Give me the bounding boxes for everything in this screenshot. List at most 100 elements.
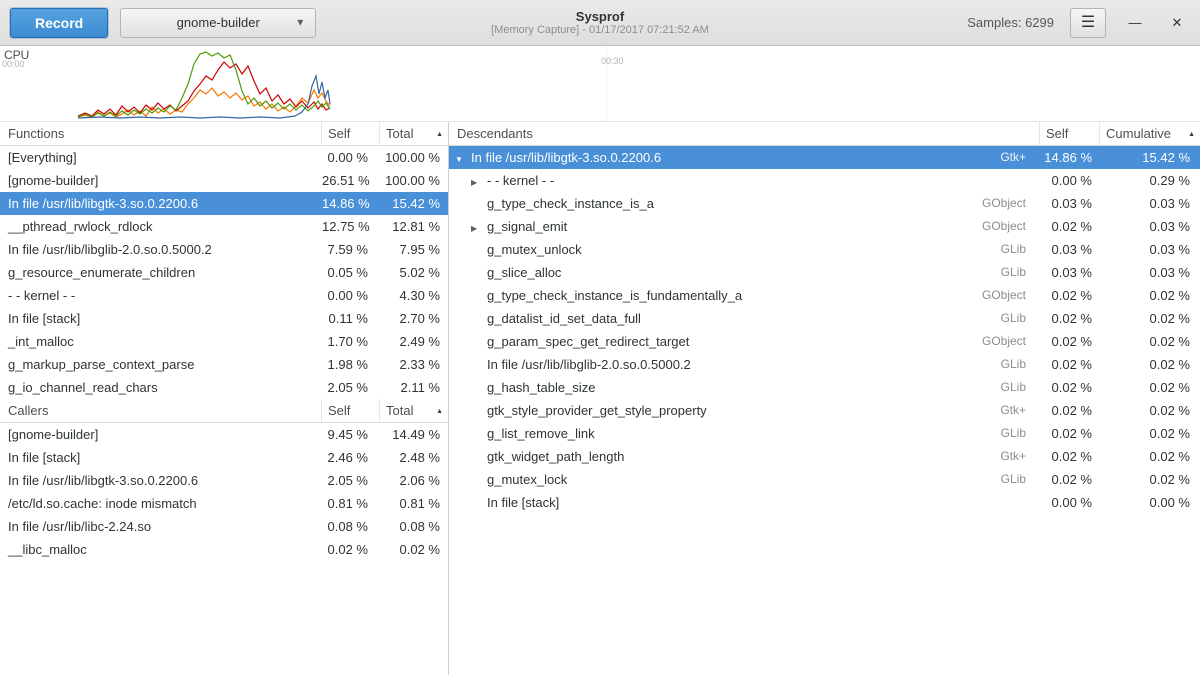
column-header-total[interactable]: Total ▲ xyxy=(380,399,448,422)
table-row[interactable]: __pthread_rwlock_rdlock12.75 %12.81 % xyxy=(0,215,448,238)
table-row[interactable]: g_resource_enumerate_children0.05 %5.02 … xyxy=(0,261,448,284)
column-header-self[interactable]: Self xyxy=(1040,122,1100,145)
table-row[interactable]: g_mutex_unlockGLib0.03 %0.03 % xyxy=(449,238,1200,261)
menu-button[interactable]: ☰ xyxy=(1070,8,1106,38)
row-cumulative-value: 0.02 % xyxy=(1100,330,1200,353)
table-row[interactable]: gtk_style_provider_get_style_propertyGtk… xyxy=(449,399,1200,422)
table-row[interactable]: g_list_remove_linkGLib0.02 %0.02 % xyxy=(449,422,1200,445)
expander-icon[interactable]: ▶ xyxy=(471,217,487,238)
row-self-value: 7.59 % xyxy=(322,238,380,261)
table-row[interactable]: g_datalist_id_set_data_fullGLib0.02 %0.0… xyxy=(449,307,1200,330)
table-row[interactable]: g_type_check_instance_is_aGObject0.03 %0… xyxy=(449,192,1200,215)
time-tick-mid: 00:30 xyxy=(601,56,624,66)
expander-icon[interactable]: ▶ xyxy=(471,171,487,192)
row-function-name: /etc/ld.so.cache: inode mismatch xyxy=(0,492,322,515)
row-self-value: 0.00 % xyxy=(1040,169,1100,192)
table-row[interactable]: g_mutex_lockGLib0.02 %0.02 % xyxy=(449,468,1200,491)
sort-arrow-icon: ▲ xyxy=(436,400,443,422)
row-function-name: g_resource_enumerate_children xyxy=(0,261,322,284)
row-function-name: In file /usr/lib/libgtk-3.so.0.2200.6 xyxy=(471,150,661,165)
column-header-cumulative-label: Cumulative xyxy=(1106,126,1171,141)
table-row[interactable]: [gnome-builder]9.45 %14.49 % xyxy=(0,423,448,446)
table-row[interactable]: g_io_channel_read_chars2.05 %2.11 % xyxy=(0,376,448,399)
row-function-name: In file /usr/lib/libc-2.24.so xyxy=(0,515,322,538)
table-row[interactable]: gtk_widget_path_lengthGtk+0.02 %0.02 % xyxy=(449,445,1200,468)
column-header-descendants[interactable]: Descendants xyxy=(449,122,1040,145)
table-row[interactable]: ▶- - kernel - -0.00 %0.29 % xyxy=(449,169,1200,192)
row-cumulative-value: 0.02 % xyxy=(1100,307,1200,330)
table-row[interactable]: In file /usr/lib/libglib-2.0.so.0.5000.2… xyxy=(449,353,1200,376)
row-name-cell: ▶g_signal_emit xyxy=(449,215,970,238)
headerbar: Record gnome-builder ▾ Sysprof [Memory C… xyxy=(0,0,1200,46)
row-function-name: __libc_malloc xyxy=(0,538,322,561)
close-icon: ✕ xyxy=(1172,15,1183,30)
row-self-value: 0.00 % xyxy=(322,146,380,169)
table-row[interactable]: - - kernel - -0.00 %4.30 % xyxy=(0,284,448,307)
table-row[interactable]: g_param_spec_get_redirect_targetGObject0… xyxy=(449,330,1200,353)
minimize-button[interactable]: — xyxy=(1122,10,1148,36)
cpu-graph[interactable]: CPU 00:00 00:30 xyxy=(0,46,1200,122)
target-selector-label: gnome-builder xyxy=(177,15,260,30)
row-category-label: Gtk+ xyxy=(970,445,1040,468)
table-row[interactable]: _int_malloc1.70 %2.49 % xyxy=(0,330,448,353)
row-function-name: [gnome-builder] xyxy=(0,169,322,192)
row-self-value: 12.75 % xyxy=(322,215,380,238)
table-row[interactable]: ▶g_signal_emitGObject0.02 %0.03 % xyxy=(449,215,1200,238)
descendants-panel: Descendants Self Cumulative ▲ ▼In file /… xyxy=(449,122,1200,675)
row-cumulative-value: 0.29 % xyxy=(1100,169,1200,192)
table-row[interactable]: In file /usr/lib/libgtk-3.so.0.2200.62.0… xyxy=(0,469,448,492)
table-row[interactable]: In file /usr/lib/libc-2.24.so0.08 %0.08 … xyxy=(0,515,448,538)
row-name-cell: gtk_widget_path_length xyxy=(449,445,970,468)
row-name-cell: gtk_style_provider_get_style_property xyxy=(449,399,970,422)
table-row[interactable]: [gnome-builder]26.51 %100.00 % xyxy=(0,169,448,192)
table-row[interactable]: In file [stack]2.46 %2.48 % xyxy=(0,446,448,469)
table-row[interactable]: ▼In file /usr/lib/libgtk-3.so.0.2200.6Gt… xyxy=(449,146,1200,169)
row-category-label: GObject xyxy=(970,284,1040,307)
column-header-self[interactable]: Self xyxy=(322,399,380,422)
column-header-self[interactable]: Self xyxy=(322,122,380,145)
table-row[interactable]: In file [stack]0.00 %0.00 % xyxy=(449,491,1200,514)
main-content: Functions Self Total ▲ [Everything]0.00 … xyxy=(0,122,1200,675)
row-function-name: [Everything] xyxy=(0,146,322,169)
row-self-value: 2.46 % xyxy=(322,446,380,469)
row-cumulative-value: 0.02 % xyxy=(1100,445,1200,468)
row-name-cell: g_slice_alloc xyxy=(449,261,970,284)
row-function-name: g_datalist_id_set_data_full xyxy=(487,311,641,326)
table-row[interactable]: g_markup_parse_context_parse1.98 %2.33 % xyxy=(0,353,448,376)
record-button[interactable]: Record xyxy=(10,8,108,38)
functions-header-row: Functions Self Total ▲ xyxy=(0,122,448,146)
column-header-total[interactable]: Total ▲ xyxy=(380,122,448,145)
title-block: Sysprof [Memory Capture] - 01/17/2017 07… xyxy=(491,9,709,37)
table-row[interactable]: g_hash_table_sizeGLib0.02 %0.02 % xyxy=(449,376,1200,399)
row-total-value: 100.00 % xyxy=(380,169,448,192)
table-row[interactable]: In file /usr/lib/libglib-2.0.so.0.5000.2… xyxy=(0,238,448,261)
column-header-cumulative[interactable]: Cumulative ▲ xyxy=(1100,122,1200,145)
column-header-callers[interactable]: Callers xyxy=(0,399,322,422)
functions-rows: [Everything]0.00 %100.00 %[gnome-builder… xyxy=(0,146,448,399)
row-total-value: 14.49 % xyxy=(380,423,448,446)
row-function-name: g_signal_emit xyxy=(487,219,567,234)
row-category-label xyxy=(970,169,1040,192)
table-row[interactable]: In file /usr/lib/libgtk-3.so.0.2200.614.… xyxy=(0,192,448,215)
table-row[interactable]: g_type_check_instance_is_fundamentally_a… xyxy=(449,284,1200,307)
table-row[interactable]: /etc/ld.so.cache: inode mismatch0.81 %0.… xyxy=(0,492,448,515)
table-row[interactable]: __libc_malloc0.02 %0.02 % xyxy=(0,538,448,561)
target-selector-dropdown[interactable]: gnome-builder ▾ xyxy=(120,8,316,38)
row-category-label: GObject xyxy=(970,330,1040,353)
row-function-name: g_hash_table_size xyxy=(487,380,595,395)
row-function-name: g_type_check_instance_is_fundamentally_a xyxy=(487,288,742,303)
table-row[interactable]: [Everything]0.00 %100.00 % xyxy=(0,146,448,169)
row-cumulative-value: 0.02 % xyxy=(1100,399,1200,422)
column-header-functions[interactable]: Functions xyxy=(0,122,322,145)
row-name-cell: ▼In file /usr/lib/libgtk-3.so.0.2200.6 xyxy=(449,146,970,169)
table-row[interactable]: g_slice_allocGLib0.03 %0.03 % xyxy=(449,261,1200,284)
close-button[interactable]: ✕ xyxy=(1164,10,1190,36)
row-name-cell: g_param_spec_get_redirect_target xyxy=(449,330,970,353)
descendants-rows: ▼In file /usr/lib/libgtk-3.so.0.2200.6 Gt… xyxy=(449,146,1200,514)
row-self-value: 0.02 % xyxy=(1040,330,1100,353)
row-name-cell: g_type_check_instance_is_fundamentally_a xyxy=(449,284,970,307)
row-self-value: 26.51 % xyxy=(322,169,380,192)
row-category-label: GLib xyxy=(970,422,1040,445)
table-row[interactable]: In file [stack]0.11 %2.70 % xyxy=(0,307,448,330)
expander-icon[interactable]: ▼ xyxy=(455,148,471,169)
